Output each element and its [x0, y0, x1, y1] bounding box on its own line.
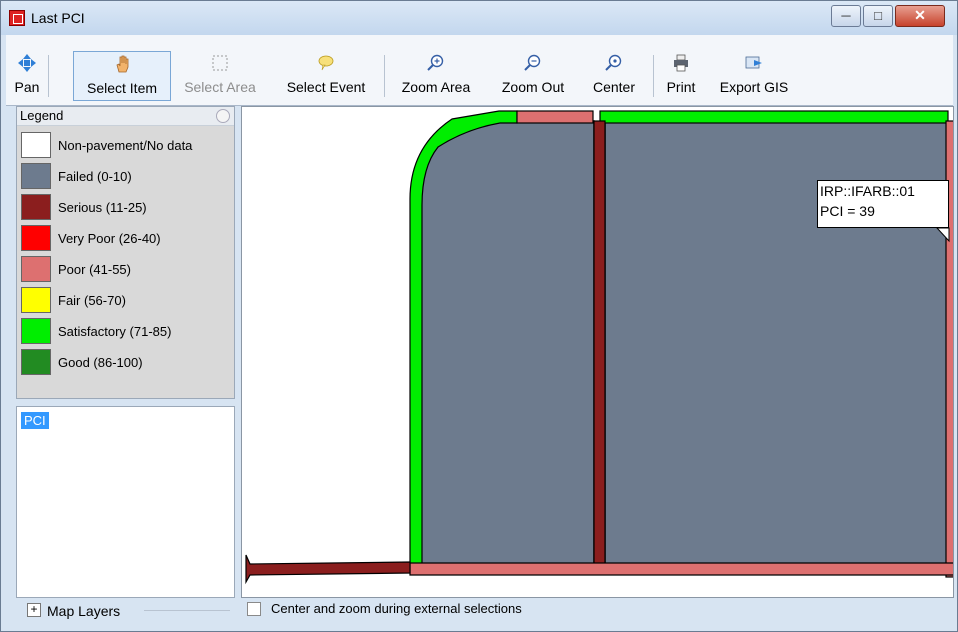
close-icon: ✕	[914, 7, 926, 23]
legend-item: Good (86-100)	[17, 345, 234, 375]
zoom-area-button[interactable]: Zoom Area	[390, 51, 482, 101]
legend-label: Poor (41-55)	[58, 262, 131, 277]
select-item-button[interactable]: Select Item	[73, 51, 171, 101]
pavement-section-serious[interactable]	[245, 554, 411, 585]
select-area-icon	[212, 55, 228, 71]
export-icon	[745, 56, 762, 69]
app-window: Last PCI ─ □ ✕ Pan Select Item Select Ar…	[0, 0, 958, 632]
zoom-area-label: Zoom Area	[401, 79, 471, 95]
toolbar-separator	[653, 55, 654, 97]
select-event-label: Select Event	[286, 79, 366, 95]
center-zoom-label[interactable]: Center and zoom during external selectio…	[271, 601, 522, 616]
pavement-section-failed[interactable]	[419, 120, 595, 568]
pan-label: Pan	[14, 79, 40, 95]
legend-item: Non-pavement/No data	[17, 128, 234, 158]
layer-item-pci[interactable]: PCI	[21, 412, 49, 429]
legend-swatch	[21, 225, 51, 251]
pavement-section-satisfactory[interactable]	[599, 110, 949, 124]
maximize-button[interactable]: □	[863, 5, 893, 27]
pan-icon	[18, 54, 36, 72]
title-bar: Last PCI ─ □ ✕	[1, 1, 957, 35]
app-logo-icon	[9, 10, 25, 26]
legend-label: Failed (0-10)	[58, 169, 132, 184]
legend-swatch	[21, 256, 51, 282]
zoom-center-icon	[605, 54, 622, 71]
legend-item: Poor (41-55)	[17, 252, 234, 282]
legend-item: Failed (0-10)	[17, 159, 234, 189]
hand-icon	[116, 55, 129, 73]
pan-button[interactable]: Pan	[10, 51, 44, 101]
legend-item: Serious (11-25)	[17, 190, 234, 220]
legend-label: Serious (11-25)	[58, 200, 147, 215]
legend-item: Fair (56-70)	[17, 283, 234, 313]
pin-icon[interactable]	[216, 109, 230, 123]
legend-label: Satisfactory (71-85)	[58, 324, 172, 339]
expand-icon[interactable]: +	[27, 603, 41, 617]
toolbar: Pan Select Item Select Area Select Event	[6, 35, 953, 106]
legend-swatch	[21, 287, 51, 313]
zoom-out-icon	[524, 54, 541, 71]
legend-label: Non-pavement/No data	[58, 138, 193, 153]
legend-panel: Legend Non-pavement/No data Failed (0-10…	[16, 106, 235, 399]
close-button[interactable]: ✕	[895, 5, 945, 27]
center-label: Center	[592, 79, 636, 95]
printer-icon	[674, 54, 688, 72]
map-layers-bar: + Map Layers	[16, 599, 235, 625]
map-layers-label[interactable]: Map Layers	[47, 603, 120, 619]
status-bar: Center and zoom during external selectio…	[241, 599, 954, 625]
legend-swatch	[21, 132, 51, 158]
tooltip-pci-value: PCI = 39	[820, 203, 875, 219]
legend-item: Very Poor (26-40)	[17, 221, 234, 251]
tooltip-section-id: IRP::IFARB::01	[820, 183, 915, 199]
export-gis-button[interactable]: Export GIS	[708, 51, 800, 101]
divider	[144, 610, 230, 611]
legend-swatch	[21, 349, 51, 375]
section-tooltip: IRP::IFARB::01 PCI = 39	[817, 180, 949, 228]
legend-title: Legend	[20, 108, 64, 123]
export-gis-label: Export GIS	[719, 79, 789, 95]
minimize-icon: ─	[841, 8, 851, 23]
zoom-in-icon	[427, 54, 444, 71]
zoom-out-label: Zoom Out	[501, 79, 565, 95]
window-title: Last PCI	[31, 10, 85, 26]
print-label: Print	[666, 79, 696, 95]
zoom-out-button[interactable]: Zoom Out	[490, 51, 576, 101]
print-button[interactable]: Print	[659, 51, 703, 101]
pavement-section-serious[interactable]	[593, 120, 606, 574]
legend-swatch	[21, 163, 51, 189]
select-event-button[interactable]: Select Event	[274, 51, 378, 101]
map-canvas[interactable]: IRP::IFARB::01 PCI = 39	[241, 106, 954, 598]
select-area-button[interactable]: Select Area	[174, 51, 266, 101]
layers-list: PCI	[16, 406, 235, 598]
center-button[interactable]: Center	[584, 51, 644, 101]
speech-bubble-icon	[318, 55, 334, 71]
toolbar-separator	[384, 55, 385, 97]
legend-header: Legend	[17, 107, 234, 126]
minimize-button[interactable]: ─	[831, 5, 861, 27]
select-area-label: Select Area	[184, 79, 256, 95]
center-zoom-checkbox[interactable]	[247, 602, 261, 616]
pavement-section-poor[interactable]	[409, 562, 954, 576]
toolbar-separator	[48, 55, 49, 97]
legend-item: Satisfactory (71-85)	[17, 314, 234, 344]
select-item-label: Select Item	[86, 80, 158, 96]
legend-swatch	[21, 318, 51, 344]
maximize-icon: □	[874, 8, 882, 23]
legend-label: Good (86-100)	[58, 355, 143, 370]
legend-list: Non-pavement/No data Failed (0-10) Serio…	[17, 126, 234, 398]
pavement-section-poor[interactable]	[516, 110, 594, 124]
legend-swatch	[21, 194, 51, 220]
legend-label: Very Poor (26-40)	[58, 231, 161, 246]
legend-label: Fair (56-70)	[58, 293, 126, 308]
